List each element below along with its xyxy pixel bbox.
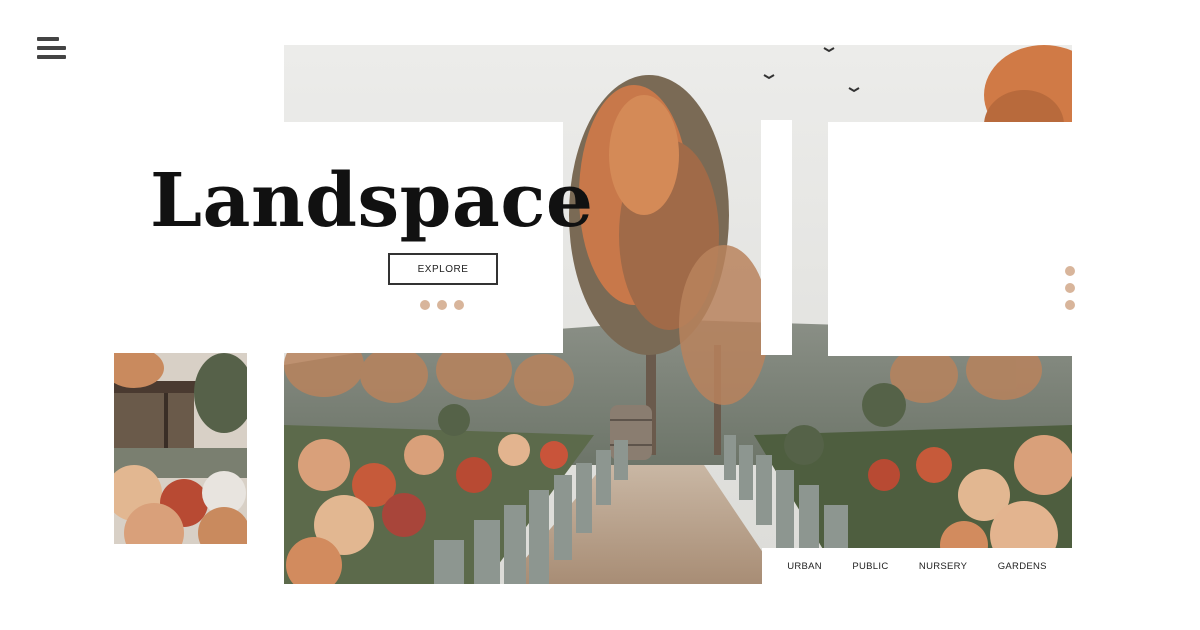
menu-bar: [37, 37, 59, 41]
category-nav: URBAN PUBLIC NURSERY GARDENS: [762, 548, 1072, 584]
slider-dots: [420, 300, 464, 310]
category-link-urban[interactable]: URBAN: [787, 561, 822, 572]
category-link-public[interactable]: PUBLIC: [852, 561, 888, 572]
slider-dot[interactable]: [420, 300, 430, 310]
slider-dot[interactable]: [454, 300, 464, 310]
menu-dot: [1065, 266, 1075, 276]
explore-button[interactable]: EXPLORE: [388, 253, 498, 285]
menu-dot: [1065, 283, 1075, 293]
side-panel: [828, 122, 1072, 356]
menu-dot: [1065, 300, 1075, 310]
page-title: Landspace: [150, 158, 594, 244]
garden-thumbnail-image[interactable]: [114, 353, 247, 544]
category-link-gardens[interactable]: GARDENS: [998, 561, 1047, 572]
hamburger-menu-icon[interactable]: [37, 37, 67, 59]
menu-bar: [37, 46, 66, 50]
decorative-strip: [761, 120, 792, 355]
vertical-dots-menu[interactable]: [1065, 266, 1075, 310]
slider-dot[interactable]: [437, 300, 447, 310]
menu-bar: [37, 55, 66, 59]
category-link-nursery[interactable]: NURSERY: [919, 561, 967, 572]
